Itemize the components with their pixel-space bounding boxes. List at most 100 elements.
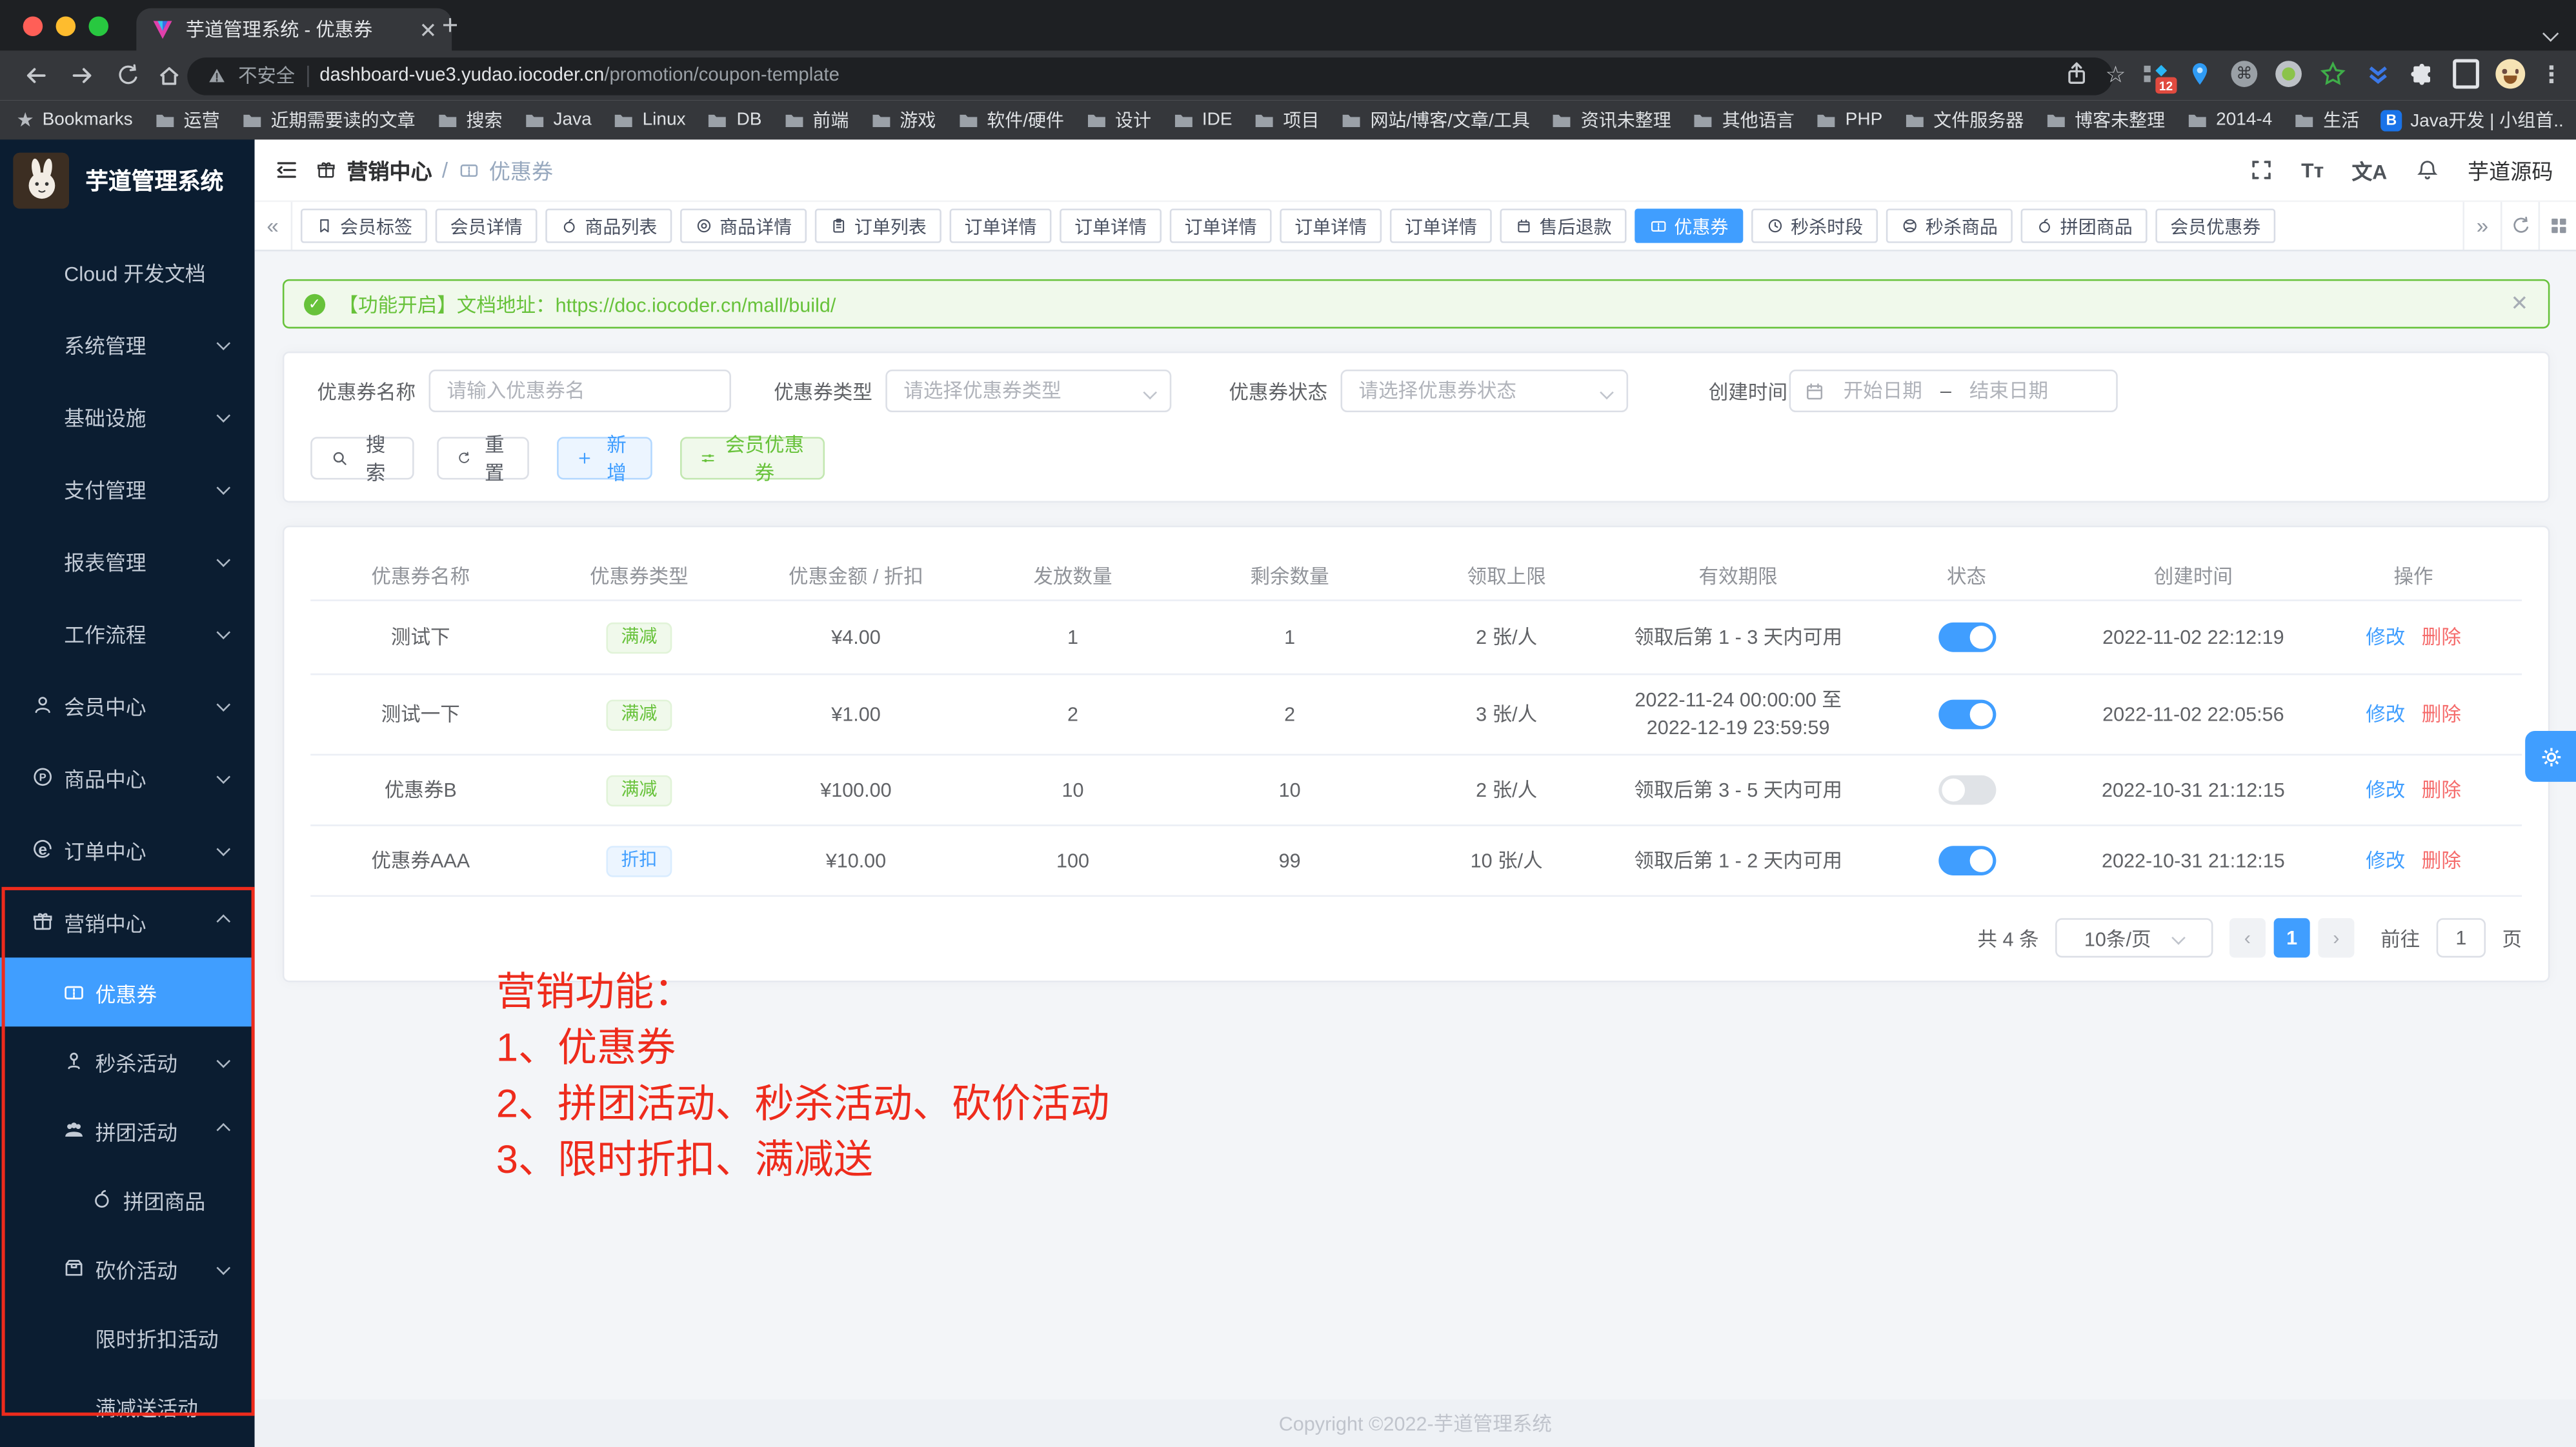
bookmark-folder[interactable]: 运营 — [154, 106, 220, 133]
app-logo-row[interactable]: 芋道管理系统 — [0, 139, 255, 221]
bookmark-folder[interactable]: 生活 — [2293, 106, 2359, 133]
layout-setting-icon[interactable] — [2539, 202, 2576, 250]
sidebar-item-ticket[interactable]: 优惠券 — [0, 957, 255, 1026]
close-window-button[interactable] — [23, 16, 43, 36]
search-button[interactable]: 搜索 — [310, 437, 414, 479]
sidebar-item-seckill[interactable]: 秒杀活动 — [0, 1026, 255, 1095]
tags-refresh-icon[interactable] — [2501, 202, 2539, 250]
browser-tab[interactable]: 芋道管理系统 - 优惠券 ✕ — [136, 8, 452, 51]
zoom-window-button[interactable] — [88, 16, 108, 36]
theme-settings-button[interactable] — [2525, 731, 2576, 782]
language-icon[interactable]: 文A — [2351, 154, 2387, 185]
tab-close-icon[interactable]: ✕ — [419, 19, 437, 40]
sidebar-item-plain[interactable]: 基础设施 — [0, 379, 255, 452]
tab-search-chevron-icon[interactable] — [2545, 18, 2557, 48]
reload-icon[interactable] — [115, 63, 141, 89]
forward-icon[interactable] — [69, 63, 96, 89]
status-toggle[interactable] — [1938, 846, 1995, 875]
sidebar-item-plain[interactable]: 支付管理 — [0, 452, 255, 524]
tab-tag-item[interactable]: 会员标签 — [301, 208, 427, 243]
tab-tag-item[interactable]: 拼团商品 — [2021, 208, 2148, 243]
bookmark-folder[interactable]: 资讯未整理 — [1551, 106, 1671, 133]
start-date-input[interactable] — [1829, 379, 1937, 403]
tab-tag-item[interactable]: 订单详情 — [1060, 208, 1162, 243]
bookmark-folder[interactable]: 搜索 — [437, 106, 503, 133]
coupon-type-select[interactable] — [885, 370, 1171, 412]
sidebar-item-plain[interactable]: 报表管理 — [0, 524, 255, 596]
new-tab-button[interactable]: + — [442, 10, 458, 43]
bookmark-pinned[interactable]: BJava开发 | 小组首.. — [2380, 106, 2563, 133]
collapse-sidebar-icon[interactable] — [274, 157, 299, 182]
create-button[interactable]: 新增 — [557, 437, 652, 479]
breadcrumb-section[interactable]: 营销中心 — [347, 154, 432, 185]
bookmark-folder[interactable]: Java — [524, 109, 592, 130]
bookmark-folder[interactable]: 近期需要读的文章 — [241, 106, 416, 133]
sidebar-item-product[interactable]: 商品中心 — [0, 741, 255, 813]
side-panel-icon[interactable] — [2451, 59, 2481, 89]
sidebar-item-plain[interactable]: 限时折扣活动 — [0, 1302, 255, 1372]
edit-link[interactable]: 修改 — [2366, 846, 2405, 874]
browser-menu-icon[interactable]: ⋮ — [2540, 60, 2563, 88]
prev-page-button[interactable]: ‹ — [2229, 918, 2266, 957]
address-bar[interactable]: 不安全 dashboard-vue3.yudao.iocoder.cn/prom… — [187, 57, 2113, 95]
end-date-input[interactable] — [1955, 379, 2063, 403]
bookmark-folder[interactable]: 文件服务器 — [1904, 106, 2024, 133]
alert-close-icon[interactable]: ✕ — [2511, 291, 2529, 317]
reset-button[interactable]: 重置 — [437, 437, 529, 479]
current-user[interactable]: 芋道源码 — [2468, 154, 2553, 185]
bookmark-star-icon[interactable]: ☆ — [2106, 60, 2126, 88]
fullscreen-icon[interactable] — [2249, 157, 2273, 182]
status-toggle[interactable] — [1938, 775, 1995, 805]
tags-scroll-right-button[interactable]: » — [2462, 202, 2501, 250]
sidebar-item-plain[interactable]: 系统管理 — [0, 307, 255, 379]
home-icon[interactable] — [156, 63, 183, 89]
tab-tag-item[interactable]: 订单详情 — [1280, 208, 1382, 243]
bookmark-folder[interactable]: PHP — [1816, 109, 1882, 130]
tab-tag-item[interactable]: 订单详情 — [950, 208, 1052, 243]
font-size-icon[interactable]: Tᴛ — [2301, 159, 2324, 182]
bookmark-folder[interactable]: 项目 — [1254, 106, 1320, 133]
extensions-puzzle-icon[interactable] — [2407, 59, 2437, 89]
tab-tag-item[interactable]: 商品详情 — [680, 208, 807, 243]
delete-link[interactable]: 删除 — [2422, 776, 2461, 804]
delete-link[interactable]: 删除 — [2422, 701, 2461, 728]
sidebar-item-people[interactable]: 拼团活动 — [0, 1095, 255, 1164]
tab-tag-item[interactable]: 秒杀商品 — [1886, 208, 2013, 243]
tab-tag-item[interactable]: 订单详情 — [1170, 208, 1272, 243]
bookmark-folder[interactable]: 2014-4 — [2186, 109, 2272, 130]
page-size-select[interactable]: 10条/页 — [2055, 918, 2213, 957]
tab-tag-item[interactable]: 订单列表 — [815, 208, 941, 243]
extension-command-icon[interactable]: ⌘ — [2229, 59, 2259, 89]
minimize-window-button[interactable] — [56, 16, 76, 36]
next-page-button[interactable]: › — [2318, 918, 2354, 957]
tab-tag-item[interactable]: 会员优惠券 — [2155, 208, 2275, 243]
status-toggle[interactable] — [1938, 623, 1995, 652]
bookmark-folder[interactable]: 游戏 — [870, 106, 936, 133]
extension-star-icon[interactable] — [2318, 59, 2348, 89]
sidebar-item-order[interactable]: 订单中心 — [0, 813, 255, 885]
edit-link[interactable]: 修改 — [2366, 776, 2405, 804]
tab-tag-item[interactable]: 商品列表 — [545, 208, 672, 243]
extension-vue-devtools-icon[interactable]: 12 — [2140, 59, 2170, 89]
edit-link[interactable]: 修改 — [2366, 623, 2405, 651]
tab-tag-item[interactable]: 秒杀时段 — [1751, 208, 1878, 243]
delete-link[interactable]: 删除 — [2422, 623, 2461, 651]
bookmark-folder[interactable]: 博客未整理 — [2045, 106, 2165, 133]
member-coupon-button[interactable]: 会员优惠券 — [680, 437, 825, 479]
bookmark-folder[interactable]: 设计 — [1085, 106, 1151, 133]
create-time-range-picker[interactable]: – — [1789, 370, 2118, 412]
tab-tag-item[interactable]: 会员详情 — [436, 208, 538, 243]
page-jump-input[interactable] — [2437, 918, 2486, 957]
back-icon[interactable] — [23, 63, 50, 89]
share-icon[interactable] — [2064, 61, 2091, 87]
tab-tag-item[interactable]: 订单详情 — [1390, 208, 1492, 243]
sidebar-item-plain[interactable]: 工作流程 — [0, 596, 255, 668]
bookmark-folder[interactable]: 网站/博客/文章/工具 — [1341, 106, 1530, 133]
extension-pin-icon[interactable] — [2185, 59, 2215, 89]
extension-chevrons-icon[interactable] — [2362, 59, 2392, 89]
edit-link[interactable]: 修改 — [2366, 701, 2405, 728]
tags-scroll-left-button[interactable]: « — [255, 202, 293, 250]
coupon-name-input[interactable] — [429, 370, 731, 412]
delete-link[interactable]: 删除 — [2422, 846, 2461, 874]
sidebar-item-plain[interactable]: Cloud 开发文档 — [0, 235, 255, 307]
